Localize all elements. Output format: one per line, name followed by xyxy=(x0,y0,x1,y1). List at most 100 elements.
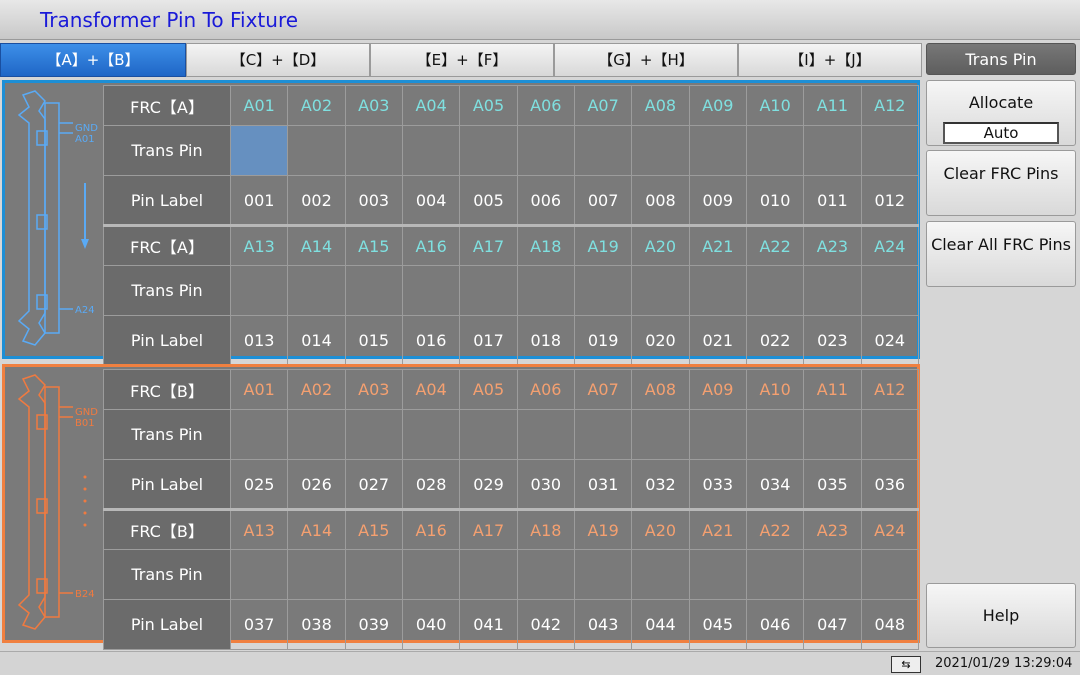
tab-bar: 【A】+【B】 【C】+【D】 【E】+【F】 【G】+【H】 【I】+【J】 xyxy=(0,43,922,77)
a01-label: A01 xyxy=(75,134,95,145)
tab-a-b[interactable]: 【A】+【B】 xyxy=(0,43,186,77)
trans-pin-cell[interactable] xyxy=(688,409,747,460)
pin-label-cell: 019 xyxy=(573,315,633,366)
trans-pin-cell[interactable] xyxy=(516,409,575,460)
trans-pin-cell[interactable] xyxy=(401,409,461,460)
row-header: FRC【B】 xyxy=(103,369,231,410)
trans-pin-cell[interactable] xyxy=(860,125,920,176)
frc-pin-cell: A21 xyxy=(688,508,747,550)
frc-pin-cell: A08 xyxy=(631,369,690,410)
pin-label-cell: 026 xyxy=(287,459,346,510)
trans-pin-cell[interactable] xyxy=(803,549,862,600)
frc-pin-cell: A13 xyxy=(229,224,289,266)
trans-pin-cell[interactable] xyxy=(401,125,461,176)
pin-label-cell: 032 xyxy=(631,459,690,510)
pin-label-cell: 030 xyxy=(516,459,575,510)
trans-pin-cell[interactable] xyxy=(459,265,518,316)
trans-pin-cell[interactable] xyxy=(344,265,403,316)
trans-pin-cell[interactable] xyxy=(688,265,747,316)
trans-pin-cell[interactable] xyxy=(573,409,633,460)
trans-pin-cell[interactable] xyxy=(573,125,633,176)
frc-pin-cell: A18 xyxy=(516,508,575,550)
frc-pin-cell: A06 xyxy=(516,85,575,126)
trans-pin-cell[interactable] xyxy=(803,265,862,316)
frc-b-grid: FRC【B】 A01 A02 A03 A04 A05 A06 A07 A08 A09 A10 A11 A… xyxy=(103,369,920,650)
trans-pin-cell[interactable] xyxy=(344,125,403,176)
trans-pin-cell[interactable] xyxy=(516,265,575,316)
trans-pin-cell[interactable] xyxy=(287,125,346,176)
frc-pin-cell: A03 xyxy=(344,369,403,410)
trans-pin-cell[interactable] xyxy=(688,549,747,600)
frc-a-panel: GND A01 A24 FRC【A】 A01 A02 A03 A04 A05 A06 A07 A… xyxy=(2,80,920,366)
allocate-button[interactable]: Allocate Auto xyxy=(926,80,1076,146)
trans-pin-cell[interactable] xyxy=(631,265,690,316)
b24-label: B24 xyxy=(75,589,95,600)
pin-label-row: Pin Label 001 002 003 004 005 006 007 008 009 010 0… xyxy=(103,175,920,226)
trans-pin-cell[interactable] xyxy=(229,265,289,316)
trans-pin-cell[interactable] xyxy=(803,409,862,460)
tab-e-f[interactable]: 【E】+【F】 xyxy=(370,43,554,77)
trans-pin-cell[interactable] xyxy=(745,549,805,600)
pin-label-cell: 008 xyxy=(631,175,690,226)
trans-pin-cell[interactable] xyxy=(459,549,518,600)
trans-pin-cell[interactable] xyxy=(287,549,346,600)
trans-pin-cell[interactable] xyxy=(745,265,805,316)
trans-pin-row: Trans Pin xyxy=(103,549,920,600)
pin-label-cell: 048 xyxy=(860,599,920,650)
pin-label-cell: 016 xyxy=(401,315,461,366)
trans-pin-cell[interactable] xyxy=(229,125,289,176)
frc-pin-cell: A22 xyxy=(745,224,805,266)
tab-c-d[interactable]: 【C】+【D】 xyxy=(186,43,370,77)
pin-label-cell: 004 xyxy=(401,175,461,226)
allocate-label: Allocate xyxy=(968,93,1034,112)
pin-label-cell: 014 xyxy=(287,315,346,366)
clear-frc-pins-button[interactable]: Clear FRC Pins xyxy=(926,150,1076,216)
trans-pin-cell[interactable] xyxy=(745,125,805,176)
trans-pin-cell[interactable] xyxy=(631,549,690,600)
frc-pin-cell: A24 xyxy=(860,224,920,266)
frc-pin-cell: A07 xyxy=(573,85,633,126)
row-header: Pin Label xyxy=(103,599,231,650)
trans-pin-cell[interactable] xyxy=(631,125,690,176)
trans-pin-cell[interactable] xyxy=(803,125,862,176)
pin-label-cell: 044 xyxy=(631,599,690,650)
frc-pin-cell: A16 xyxy=(401,508,461,550)
clear-all-frc-pins-button[interactable]: Clear All FRC Pins xyxy=(926,221,1076,287)
frc-pin-cell: A17 xyxy=(459,224,518,266)
trans-pin-cell[interactable] xyxy=(860,409,920,460)
trans-pin-cell[interactable] xyxy=(459,125,518,176)
trans-pin-cell[interactable] xyxy=(287,265,346,316)
frc-pin-cell: A18 xyxy=(516,224,575,266)
tab-i-j[interactable]: 【I】+【J】 xyxy=(738,43,922,77)
trans-pin-cell[interactable] xyxy=(688,125,747,176)
frc-pin-cell: A19 xyxy=(573,508,633,550)
trans-pin-cell[interactable] xyxy=(745,409,805,460)
allocate-mode-field[interactable]: Auto xyxy=(943,122,1059,144)
datetime-display: 2021/01/29 13:29:04 xyxy=(935,656,1073,671)
frc-pin-cell: A04 xyxy=(401,85,461,126)
trans-pin-cell[interactable] xyxy=(229,409,289,460)
frc-pin-cell: A05 xyxy=(459,369,518,410)
help-button[interactable]: Help xyxy=(926,583,1076,648)
trans-pin-cell[interactable] xyxy=(573,265,633,316)
trans-pin-cell[interactable] xyxy=(344,549,403,600)
trans-pin-cell[interactable] xyxy=(401,549,461,600)
pin-label-cell: 006 xyxy=(516,175,575,226)
trans-pin-cell[interactable] xyxy=(860,265,920,316)
trans-pin-cell[interactable] xyxy=(860,549,920,600)
trans-pin-cell[interactable] xyxy=(573,549,633,600)
trans-pin-cell[interactable] xyxy=(631,409,690,460)
trans-pin-row: Trans Pin xyxy=(103,409,920,460)
row-header: FRC【A】 xyxy=(103,85,231,126)
frc-pin-cell: A21 xyxy=(688,224,747,266)
trans-pin-cell[interactable] xyxy=(516,549,575,600)
pin-label-cell: 005 xyxy=(459,175,518,226)
trans-pin-cell[interactable] xyxy=(229,549,289,600)
trans-pin-cell[interactable] xyxy=(401,265,461,316)
trans-pin-cell[interactable] xyxy=(516,125,575,176)
tab-g-h[interactable]: 【G】+【H】 xyxy=(554,43,738,77)
frc-pin-cell: A15 xyxy=(344,224,403,266)
trans-pin-cell[interactable] xyxy=(459,409,518,460)
trans-pin-cell[interactable] xyxy=(287,409,346,460)
trans-pin-cell[interactable] xyxy=(344,409,403,460)
